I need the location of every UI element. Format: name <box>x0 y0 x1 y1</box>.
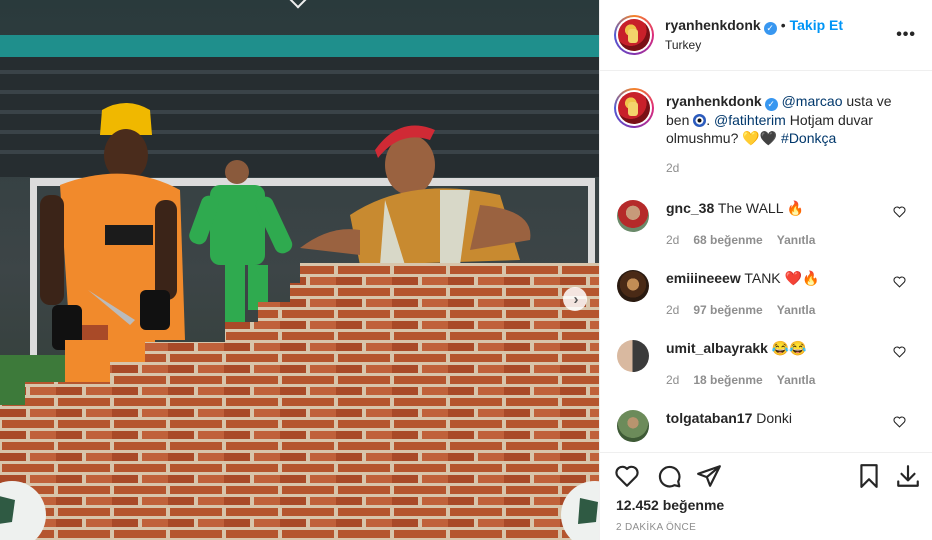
reply-button[interactable]: Yanıtla <box>777 233 816 247</box>
download-icon[interactable] <box>895 463 921 489</box>
comment-item: tolgataban17 Donki <box>600 410 932 452</box>
comment-likes[interactable]: 18 beğenme <box>693 373 762 387</box>
reply-button[interactable]: Yanıtla <box>777 303 816 317</box>
comment-time: 2d <box>666 373 680 387</box>
comment-item: gnc_38 The WALL 🔥 2d 68 beğenme Yanıtla <box>600 200 932 260</box>
comment-username[interactable]: gnc_38 <box>666 200 714 216</box>
comment-avatar[interactable] <box>617 340 649 372</box>
post-side-panel: ryanhenkdonk ✓ • Takip Et Turkey ••• ryanhe… <box>599 0 932 540</box>
more-options-icon[interactable]: ••• <box>896 26 916 44</box>
share-icon[interactable] <box>696 463 722 489</box>
like-comment-heart-icon[interactable] <box>893 346 906 358</box>
comment-username[interactable]: tolgataban17 <box>666 410 752 426</box>
mention-fatihterim[interactable]: @fatihterim <box>714 112 786 128</box>
comment-likes[interactable]: 68 beğenme <box>693 233 762 247</box>
caption-text: ryanhenkdonk ✓ @marcao usta ve ben . @fat… <box>666 93 892 146</box>
location-link[interactable]: Turkey <box>665 38 701 52</box>
like-comment-heart-icon[interactable] <box>893 276 906 288</box>
caption-time: 2d <box>666 161 680 175</box>
like-comment-heart-icon[interactable] <box>893 206 906 218</box>
comment-item: umit_albayrakk 😂😂 2d 18 beğenme Yanıtla <box>600 340 932 400</box>
caption-username[interactable]: ryanhenkdonk <box>666 93 762 109</box>
comment-text: 😂😂 <box>771 340 807 356</box>
heart-icon[interactable] <box>614 463 640 489</box>
comment-avatar[interactable] <box>617 410 649 442</box>
author-line: ryanhenkdonk ✓ • Takip Et <box>665 17 844 35</box>
author-avatar[interactable] <box>614 15 654 55</box>
comment-item: emiiineeew TANK ❤️🔥 2d 97 beğenme Yanıtla <box>600 270 932 330</box>
next-image-button[interactable]: › <box>563 287 587 311</box>
evil-eye-icon <box>693 114 707 127</box>
author-username[interactable]: ryanhenkdonk <box>665 17 761 33</box>
verified-badge-icon: ✓ <box>763 22 777 35</box>
like-comment-heart-icon[interactable] <box>893 416 906 428</box>
bookmark-icon[interactable] <box>856 463 882 489</box>
post-timestamp[interactable]: 2 DAKİKA ÖNCE <box>616 522 696 533</box>
comment-avatar[interactable] <box>617 200 649 232</box>
post-photo-illustration <box>0 0 599 540</box>
comment-text: Donki <box>756 410 793 426</box>
heart-emoji: 💛🖤 <box>742 130 778 146</box>
reply-button[interactable]: Yanıtla <box>777 373 816 387</box>
comment-time: 2d <box>666 233 680 247</box>
comment-text: The WALL 🔥 <box>717 200 805 216</box>
mention-marcao[interactable]: @marcao <box>782 93 843 109</box>
post-actions: 12.452 beğenme 2 DAKİKA ÖNCE <box>600 452 932 540</box>
comment-username[interactable]: umit_albayrakk <box>666 340 768 356</box>
hashtag-donkca[interactable]: #Donkça <box>781 130 836 146</box>
comment-time: 2d <box>666 303 680 317</box>
follow-button[interactable]: Takip Et <box>790 17 843 33</box>
post-header: ryanhenkdonk ✓ • Takip Et Turkey ••• <box>600 0 932 71</box>
comments-list[interactable]: ryanhenkdonk ✓ @marcao usta ve ben . @fat… <box>600 72 932 452</box>
comment-username[interactable]: emiiineeew <box>666 270 741 286</box>
comment-text: TANK ❤️🔥 <box>744 270 820 286</box>
comment-icon[interactable] <box>656 463 682 489</box>
chevron-right-icon: › <box>573 290 579 308</box>
comment-avatar[interactable] <box>617 270 649 302</box>
caption-avatar[interactable] <box>614 88 654 128</box>
post-image[interactable]: › <box>0 0 599 540</box>
likes-count[interactable]: 12.452 beğenme <box>616 497 724 513</box>
verified-badge-icon: ✓ <box>764 98 778 111</box>
comment-likes[interactable]: 97 beğenme <box>693 303 762 317</box>
